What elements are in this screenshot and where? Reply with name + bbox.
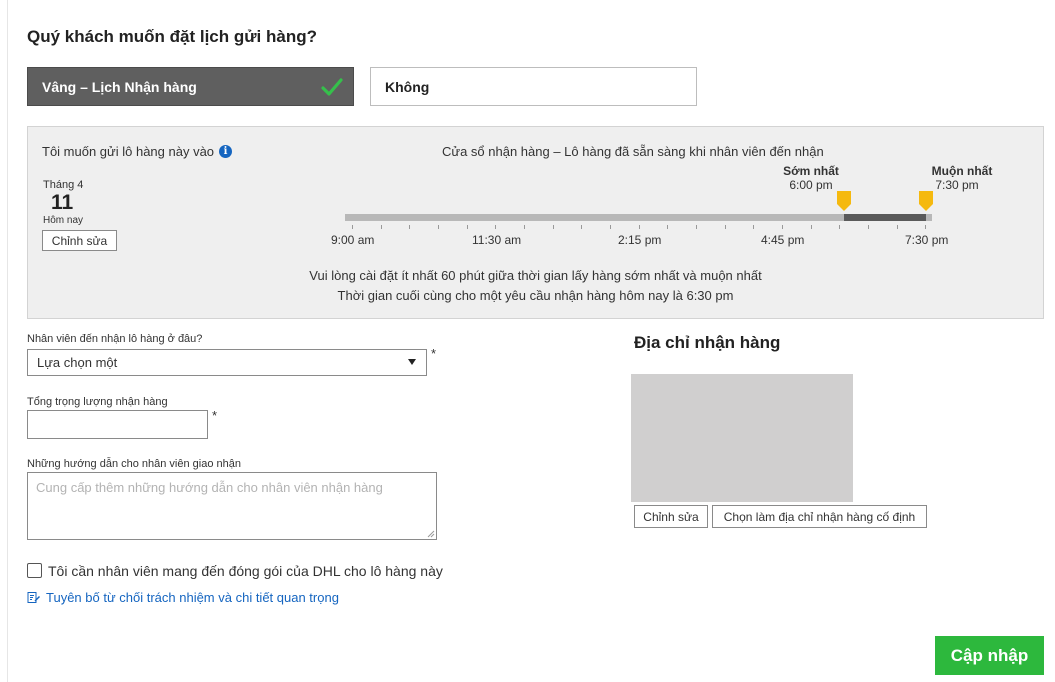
latest-label: Muộn nhất (931, 164, 993, 178)
pickup-panel: Tôi muốn gửi lô hàng này vào i Tháng 4 1… (27, 126, 1044, 319)
timeline-tick (639, 225, 640, 229)
date-day: 11 (51, 191, 74, 214)
chevron-down-icon (408, 359, 416, 365)
instructions-label: Những hướng dẫn cho nhân viên giao nhận (27, 458, 241, 470)
packaging-checkbox[interactable] (27, 563, 42, 578)
cutoff-note: Thời gian cuối cùng cho một yêu cầu nhận… (337, 288, 734, 303)
timeline-label: 11:30 am (472, 233, 522, 247)
schedule-no-label: Không (385, 78, 430, 95)
info-icon[interactable]: i (219, 145, 233, 158)
left-divider (7, 0, 8, 682)
min-gap-note: Vui lòng cài đặt ít nhất 60 phút giữa th… (309, 268, 762, 283)
date-month: Tháng 4 (43, 179, 84, 191)
pickup-location-value: Lựa chọn một (37, 355, 118, 370)
timeline-tick (839, 225, 840, 229)
address-map (631, 374, 853, 502)
timeline-tick (925, 225, 926, 229)
timeline-label: 7:30 pm (905, 233, 949, 247)
timeline-tick (667, 225, 668, 229)
edit-document-icon (27, 592, 40, 603)
schedule-yes-option[interactable]: Vâng – Lịch Nhận hàng (27, 67, 354, 106)
disclaimer-link[interactable]: Tuyên bố từ chối trách nhiệm và chi tiết… (27, 590, 339, 605)
pickup-window-title: Cửa sổ nhận hàng – Lô hàng đã sẵn sàng k… (442, 144, 824, 159)
latest-time: 7:30 pm (935, 178, 979, 192)
instructions-placeholder: Cung cấp thêm những hướng dẫn cho nhân v… (36, 480, 383, 495)
schedule-no-option[interactable]: Không (370, 67, 697, 106)
instructions-textarea[interactable]: Cung cấp thêm những hướng dẫn cho nhân v… (27, 472, 437, 540)
timeline-tick (581, 225, 582, 229)
send-date-label: Tôi muốn gửi lô hàng này vào (42, 144, 215, 159)
page-title: Quý khách muốn đặt lịch gửi hàng? (27, 27, 317, 46)
timeline-tick (610, 225, 611, 229)
earliest-time: 6:00 pm (789, 178, 833, 192)
timeline-tick (467, 225, 468, 229)
disclaimer-link-text: Tuyên bố từ chối trách nhiệm và chi tiết… (46, 590, 339, 605)
pickup-location-select[interactable]: Lựa chọn một (27, 349, 427, 376)
update-button[interactable]: Cập nhập (935, 636, 1044, 675)
timeline-label: 9:00 am (331, 233, 375, 247)
timeline-label: 2:15 pm (618, 233, 662, 247)
timeline-tick (438, 225, 439, 229)
timeline-tick (524, 225, 525, 229)
timeline-tick (725, 225, 726, 229)
earliest-label: Sớm nhất (783, 164, 839, 178)
timeline-tick (352, 225, 353, 229)
resize-grip-icon[interactable] (427, 530, 435, 538)
timeline-tick (409, 225, 410, 229)
latest-handle[interactable] (919, 191, 933, 211)
timeline-tick (381, 225, 382, 229)
edit-address-button[interactable]: Chỉnh sửa (634, 505, 708, 528)
earliest-handle[interactable] (837, 191, 851, 211)
timeline-label: 4:45 pm (761, 233, 805, 247)
date-relative: Hôm nay (43, 215, 84, 226)
send-date-label-row: Tôi muốn gửi lô hàng này vào i (42, 144, 233, 159)
timeline-tick (553, 225, 554, 229)
packaging-label: Tôi cần nhân viên mang đến đóng gói của … (48, 563, 443, 579)
timeline-tick (753, 225, 754, 229)
timeline-tick (811, 225, 812, 229)
timeline-tick (897, 225, 898, 229)
edit-date-button[interactable]: Chỉnh sửa (42, 230, 117, 251)
schedule-yes-label: Vâng – Lịch Nhận hàng (42, 78, 197, 95)
timeline-selected-range (844, 214, 926, 221)
checkmark-icon (321, 78, 343, 96)
timeline-tick (495, 225, 496, 229)
timeline-tick (782, 225, 783, 229)
address-title: Địa chỉ nhận hàng (634, 333, 781, 352)
timeline-tick (696, 225, 697, 229)
required-mark: * (212, 408, 218, 423)
weight-label: Tổng trọng lượng nhận hàng (27, 396, 168, 408)
set-default-address-button[interactable]: Chọn làm địa chỉ nhận hàng cố định (712, 505, 927, 528)
required-mark: * (431, 346, 437, 361)
pickup-location-label: Nhân viên đến nhận lô hàng ở đâu? (27, 333, 203, 345)
weight-input[interactable] (27, 410, 208, 439)
timeline-tick (868, 225, 869, 229)
